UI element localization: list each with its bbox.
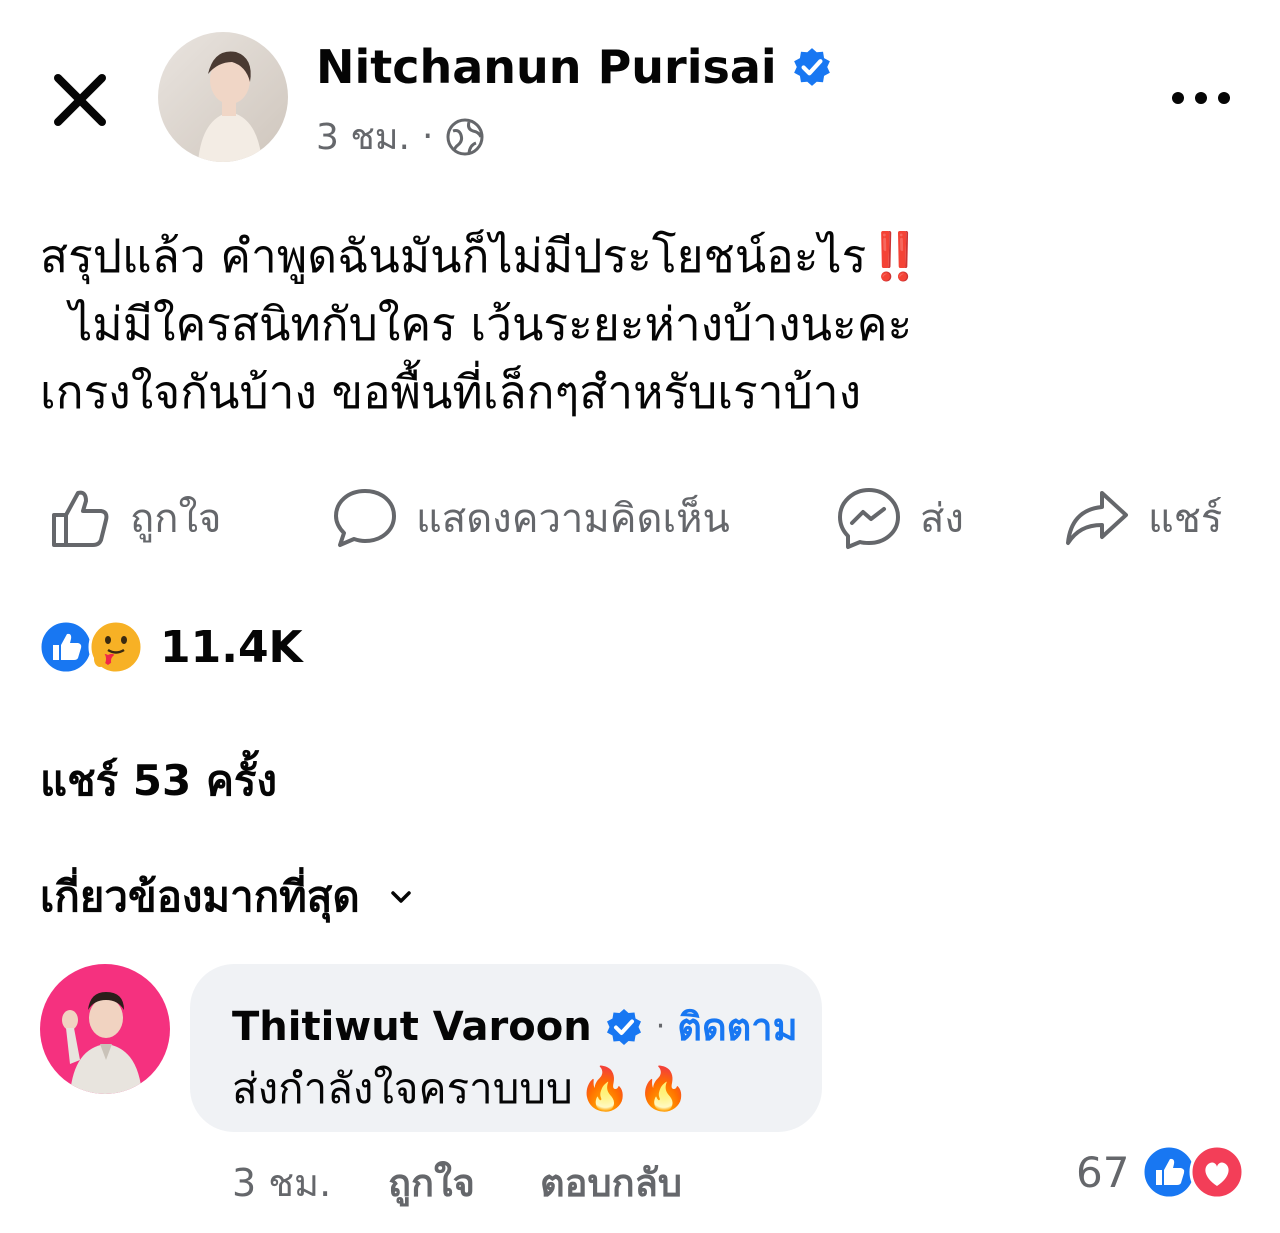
share-count[interactable]: แชร์ 53 ครั้ง bbox=[40, 748, 277, 814]
comment-button[interactable]: แสดงความคิดเห็น bbox=[332, 478, 730, 558]
commenter-avatar-photo bbox=[40, 964, 170, 1094]
post-line-1-text: สรุปแล้ว คำพูดฉันมันก็ไม่มีประโยชน์อะไร bbox=[40, 229, 867, 283]
send-messenger-button[interactable]: ส่ง bbox=[836, 478, 964, 558]
sort-label: เกี่ยวข้องมากที่สุด bbox=[40, 872, 360, 921]
fire-emoji-2: 🔥 bbox=[637, 1064, 690, 1113]
care-icon bbox=[88, 619, 144, 675]
reactions-summary[interactable]: 11.4K bbox=[38, 615, 303, 679]
comment-sort-dropdown[interactable]: เกี่ยวข้องมากที่สุด bbox=[40, 864, 412, 930]
post-line-3: เกรงใจกันบ้าง ขอพื้นที่เล็กๆสำหรับเราบ้า… bbox=[40, 365, 862, 419]
comment-time[interactable]: 3 ชม. bbox=[232, 1152, 331, 1213]
love-icon bbox=[1189, 1144, 1245, 1200]
thumbs-up-outline-icon bbox=[52, 490, 109, 547]
verified-badge-icon bbox=[606, 1008, 641, 1045]
share-arrow-icon bbox=[1066, 491, 1128, 545]
comment-label: แสดงความคิดเห็น bbox=[416, 496, 730, 542]
post-author[interactable]: Nitchanun Purisai bbox=[316, 40, 833, 94]
comment-text-content: ส่งกำลังใจคราบบบ bbox=[232, 1064, 573, 1113]
post-line-2: ไม่มีใครสนิทกับใคร เว้นระยะห่างบ้างนะคะ bbox=[40, 297, 913, 351]
more-horizontal-icon bbox=[1172, 92, 1230, 104]
comment-separator: · bbox=[655, 1009, 666, 1044]
post-time[interactable]: 3 ชม. bbox=[316, 108, 410, 165]
author-name-text: Nitchanun Purisai bbox=[316, 40, 777, 94]
comment-header: Thitiwut Varoon · ติดตาม bbox=[232, 996, 798, 1057]
meta-separator: · bbox=[421, 116, 434, 157]
comment-reaction-count: 67 bbox=[1076, 1147, 1130, 1197]
comment-text: ส่งกำลังใจคราบบบ 🔥 🔥 bbox=[232, 1056, 689, 1122]
close-icon bbox=[54, 74, 106, 126]
post-body: สรุปแล้ว คำพูดฉันมันก็ไม่มีประโยชน์อะไร‼… bbox=[40, 222, 1240, 426]
commenter-avatar[interactable] bbox=[40, 964, 170, 1094]
like-button[interactable]: ถูกใจ bbox=[46, 478, 221, 558]
share-button[interactable]: แชร์ bbox=[1064, 478, 1222, 558]
like-label: ถูกใจ bbox=[130, 496, 222, 542]
comment-bubble-icon bbox=[334, 489, 396, 547]
avatar-photo bbox=[158, 32, 288, 162]
like-icon bbox=[38, 619, 94, 675]
comment-like-button[interactable]: ถูกใจ bbox=[388, 1152, 475, 1213]
chevron-down-icon bbox=[390, 891, 411, 903]
verified-badge-icon bbox=[793, 48, 830, 86]
fire-emoji-1: 🔥 bbox=[578, 1064, 632, 1113]
reaction-count: 11.4K bbox=[160, 621, 303, 673]
send-label: ส่ง bbox=[920, 496, 964, 542]
follow-button[interactable]: ติดตาม bbox=[677, 996, 797, 1057]
comment-reply-button[interactable]: ตอบกลับ bbox=[540, 1152, 682, 1213]
post-line-1: สรุปแล้ว คำพูดฉันมันก็ไม่มีประโยชน์อะไร‼… bbox=[40, 222, 1240, 290]
more-options-button[interactable] bbox=[1168, 80, 1238, 116]
comment-reactions[interactable]: 67 bbox=[1076, 1144, 1245, 1200]
commenter-name[interactable]: Thitiwut Varoon bbox=[232, 1004, 592, 1050]
close-button[interactable] bbox=[50, 70, 110, 130]
share-label: แชร์ bbox=[1148, 496, 1223, 542]
messenger-icon bbox=[838, 488, 900, 549]
globe-icon bbox=[446, 118, 484, 155]
post-meta: 3 ชม. · bbox=[316, 108, 485, 165]
author-avatar[interactable] bbox=[158, 32, 288, 162]
double-exclamation-icon: ‼️ bbox=[866, 229, 924, 283]
